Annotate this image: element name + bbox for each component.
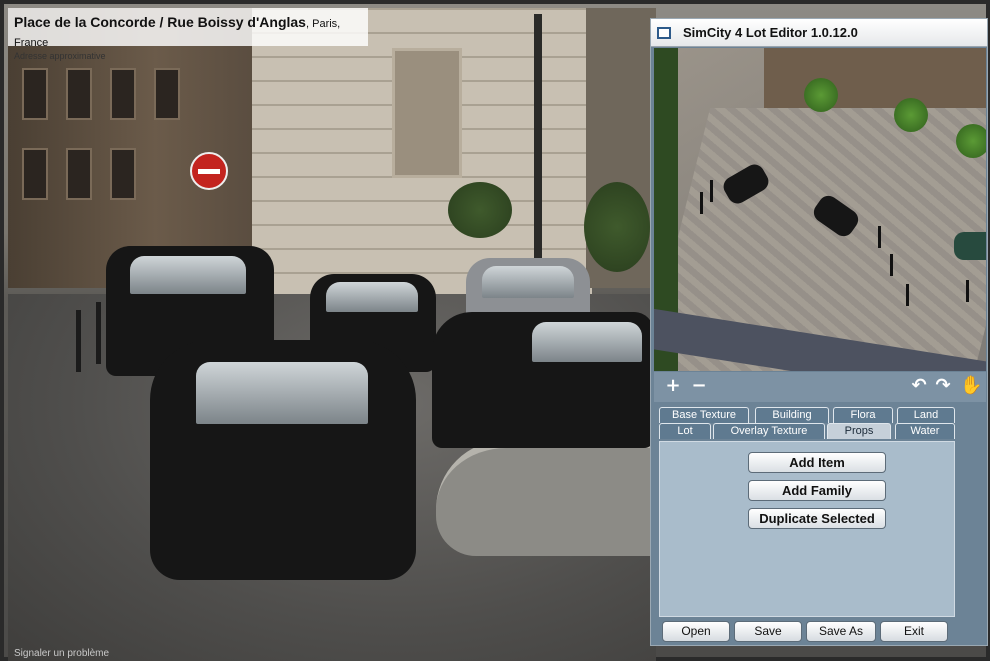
tab-water[interactable]: Water	[895, 423, 955, 439]
prop-bollard[interactable]	[878, 226, 881, 248]
building-door	[392, 48, 462, 178]
building-window	[66, 68, 92, 120]
duplicate-selected-button[interactable]: Duplicate Selected	[748, 508, 886, 529]
lot-editor-window: SimCity 4 Lot Editor 1.0.12.0 + − ↶ ↷ ✋ …	[650, 18, 988, 646]
save-button[interactable]: Save	[734, 621, 802, 642]
save-as-button[interactable]: Save As	[806, 621, 876, 642]
tab-flora[interactable]: Flora	[833, 407, 893, 423]
app-window-icon	[657, 26, 671, 39]
building-window	[154, 68, 180, 120]
exit-button[interactable]: Exit	[880, 621, 948, 642]
tab-props[interactable]: Props	[827, 423, 891, 439]
building-window	[110, 148, 136, 200]
no-entry-sign-icon	[190, 152, 228, 190]
tab-base-texture[interactable]: Base Texture	[659, 407, 749, 423]
prop-car[interactable]	[954, 232, 986, 260]
parked-car	[432, 312, 654, 448]
preview-wall	[764, 48, 986, 108]
report-problem-link[interactable]: Signaler un problème	[14, 648, 109, 659]
building-window	[22, 148, 48, 200]
foreground-car	[150, 340, 416, 580]
rotate-left-icon[interactable]: ↶	[908, 375, 930, 397]
location-title: Place de la Concorde / Rue Boissy d'Angl…	[14, 14, 306, 30]
title-bar[interactable]: SimCity 4 Lot Editor 1.0.12.0	[651, 19, 987, 47]
bollard	[76, 310, 81, 372]
editor-tabs: Base Texture Building Flora Land Lot Ove…	[659, 407, 955, 443]
street-lamp	[534, 14, 542, 264]
prop-bollard[interactable]	[906, 284, 909, 306]
view-toolbar: + − ↶ ↷ ✋	[654, 372, 986, 402]
prop-bollard[interactable]	[966, 280, 969, 302]
tab-overlay-texture[interactable]: Overlay Texture	[713, 423, 825, 439]
prop-bollard[interactable]	[710, 180, 713, 202]
open-button[interactable]: Open	[662, 621, 730, 642]
zoom-in-icon[interactable]: +	[662, 375, 684, 397]
prop-tree[interactable]	[804, 78, 838, 112]
prop-bollard[interactable]	[890, 254, 893, 276]
prop-tree[interactable]	[956, 124, 986, 158]
tree	[448, 182, 512, 238]
hand-pan-icon[interactable]: ✋	[960, 375, 982, 397]
prop-bollard[interactable]	[700, 192, 703, 214]
zoom-out-icon[interactable]: −	[688, 375, 710, 397]
location-header: Place de la Concorde / Rue Boissy d'Angl…	[8, 8, 368, 61]
add-family-button[interactable]: Add Family	[748, 480, 886, 501]
window-title: SimCity 4 Lot Editor 1.0.12.0	[683, 25, 858, 40]
tab-lot[interactable]: Lot	[659, 423, 711, 439]
bollard	[96, 302, 101, 364]
tab-building[interactable]: Building	[755, 407, 829, 423]
curb-island	[436, 440, 656, 556]
location-subtitle: Adresse approximative	[14, 51, 106, 61]
rotate-right-icon[interactable]: ↷	[932, 375, 954, 397]
tree	[584, 182, 650, 272]
add-item-button[interactable]: Add Item	[748, 452, 886, 473]
prop-tree[interactable]	[894, 98, 928, 132]
building-window	[22, 68, 48, 120]
building-window	[66, 148, 92, 200]
props-panel: Add Item Add Family Duplicate Selected	[659, 441, 955, 617]
lot-preview-viewport[interactable]	[654, 48, 986, 371]
building-window	[110, 68, 136, 120]
tab-land[interactable]: Land	[897, 407, 955, 423]
